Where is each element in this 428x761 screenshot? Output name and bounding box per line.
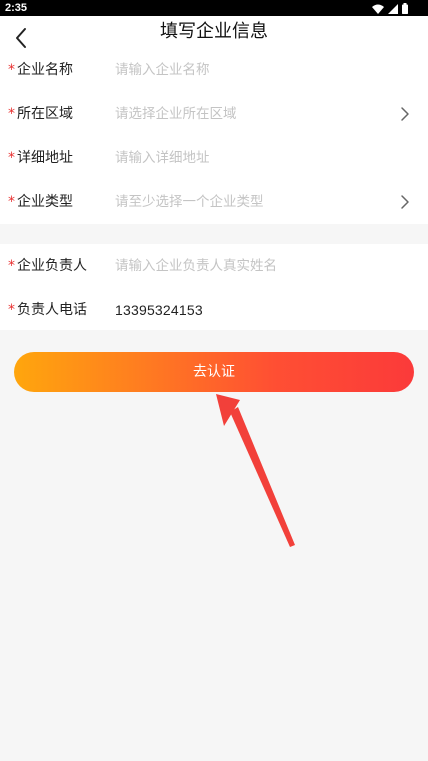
required-mark: * — [8, 194, 15, 210]
address-input[interactable]: 请输入详细地址 — [115, 136, 210, 180]
chevron-right-icon — [401, 107, 409, 121]
wifi-icon — [372, 0, 384, 18]
required-mark: * — [8, 106, 15, 122]
status-icons — [372, 2, 408, 14]
page-title: 填写企业信息 — [160, 21, 268, 42]
company-name-input[interactable]: 请输入企业名称 — [115, 48, 210, 92]
responsible-person-section: * 企业负责人 请输入企业负责人真实姓名 * 负责人电话 13395324153 — [0, 244, 428, 330]
required-mark: * — [8, 258, 15, 274]
region-select[interactable]: 请选择企业所在区域 — [115, 92, 237, 136]
phone-input[interactable]: 13395324153 — [115, 288, 203, 332]
responsible-person-input[interactable]: 请输入企业负责人真实姓名 — [115, 244, 277, 288]
signal-icon — [388, 0, 398, 18]
company-type-label: 企业类型 — [17, 194, 73, 210]
company-type-select[interactable]: 请至少选择一个企业类型 — [115, 180, 264, 224]
region-label: 所在区域 — [17, 106, 73, 122]
verify-button[interactable]: 去认证 — [14, 352, 414, 392]
required-mark: * — [8, 302, 15, 318]
company-name-label: 企业名称 — [17, 62, 73, 78]
chevron-right-icon — [401, 195, 409, 209]
address-row[interactable]: * 详细地址 请输入详细地址 — [0, 136, 428, 180]
responsible-person-row[interactable]: * 企业负责人 请输入企业负责人真实姓名 — [0, 244, 428, 288]
arrow-shaft — [230, 407, 295, 547]
phone-label: 负责人电话 — [17, 302, 87, 318]
required-mark: * — [8, 150, 15, 166]
company-info-section: * 企业名称 请输入企业名称 * 所在区域 请选择企业所在区域 * 详细地址 请… — [0, 48, 428, 224]
status-bar: 2:35 — [0, 0, 428, 16]
status-time: 2:35 — [5, 2, 28, 14]
phone-row[interactable]: * 负责人电话 13395324153 — [0, 288, 428, 332]
responsible-person-label: 企业负责人 — [17, 258, 87, 274]
address-label: 详细地址 — [17, 150, 73, 166]
company-type-row[interactable]: * 企业类型 请至少选择一个企业类型 — [0, 180, 428, 224]
battery-icon — [402, 0, 408, 18]
required-mark: * — [8, 62, 15, 78]
arrow-head — [216, 394, 240, 426]
region-row[interactable]: * 所在区域 请选择企业所在区域 — [0, 92, 428, 136]
company-name-row[interactable]: * 企业名称 请输入企业名称 — [0, 48, 428, 92]
